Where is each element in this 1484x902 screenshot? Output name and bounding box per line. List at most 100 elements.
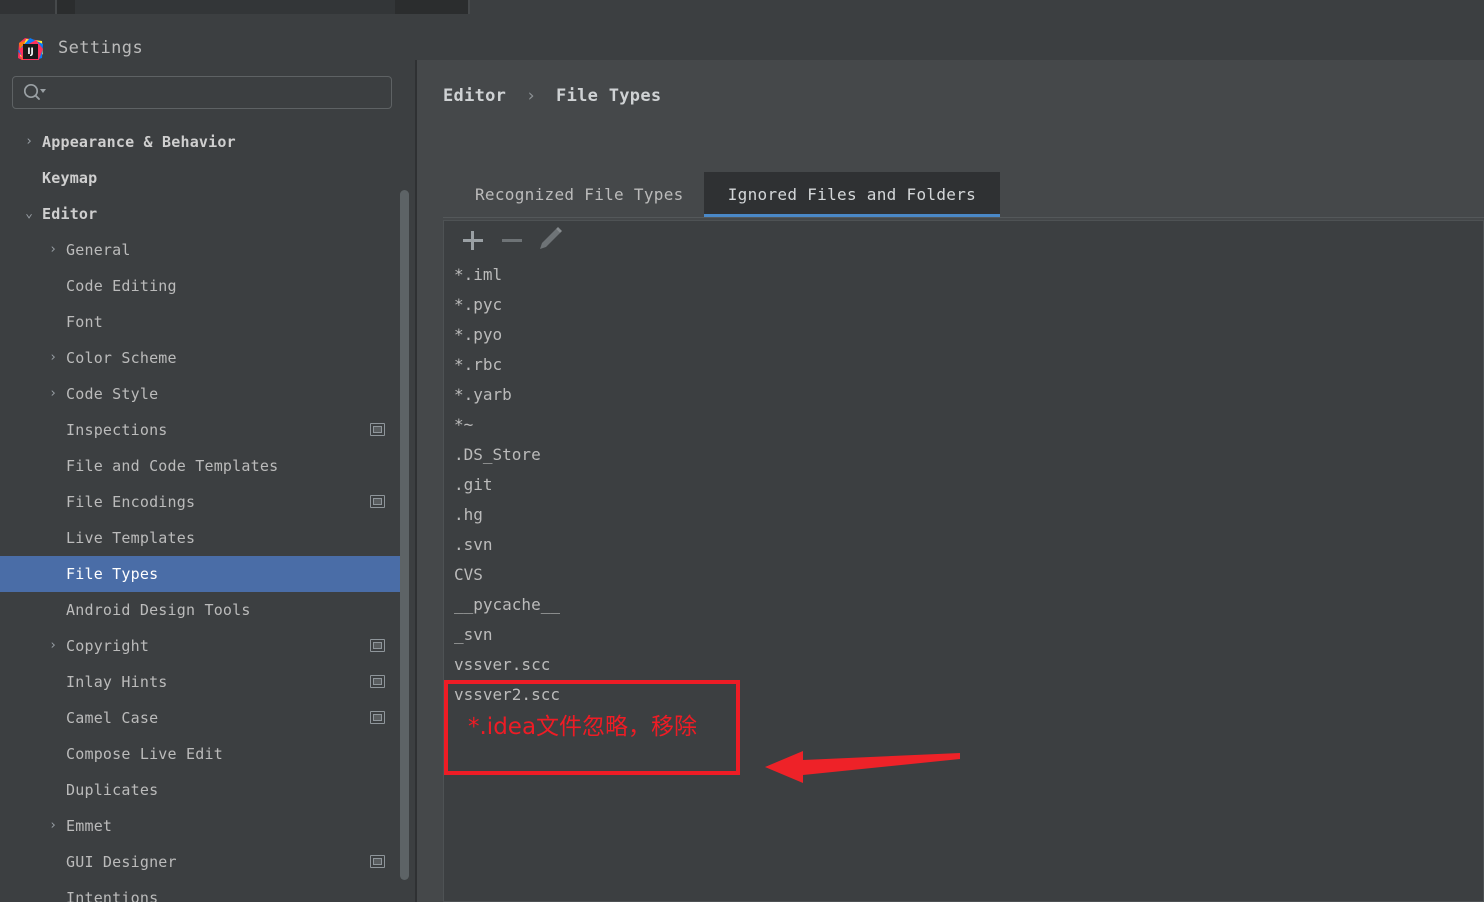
list-item[interactable]: vssver.scc <box>444 650 1483 680</box>
settings-sidebar: › Appearance & Behavior Keymap ⌄ Editor › Gene… <box>0 60 417 902</box>
sidebar-item-camel-case[interactable]: Camel Case <box>0 700 403 736</box>
sidebar-item-emmet[interactable]: › Emmet <box>0 808 403 844</box>
remove-button[interactable] <box>493 221 531 259</box>
sidebar-item-color-scheme[interactable]: › Color Scheme <box>0 340 403 376</box>
list-item[interactable]: *~ <box>444 410 1483 440</box>
add-button[interactable] <box>454 221 492 259</box>
list-item[interactable]: *.iml <box>444 260 1483 290</box>
tab-active-underline <box>703 214 1001 217</box>
chevron-down-icon[interactable]: ⌄ <box>22 196 36 232</box>
list-item[interactable]: __pycache__ <box>444 590 1483 620</box>
sidebar-item-label: Color Scheme <box>66 349 177 367</box>
breadcrumb-parent[interactable]: Editor <box>443 86 506 106</box>
project-level-setting-icon <box>370 855 385 868</box>
tab-recognized-file-types[interactable]: Recognized File Types <box>451 172 708 217</box>
search-input[interactable] <box>54 76 384 109</box>
sidebar-item-label: Font <box>66 313 103 331</box>
tab-label: Recognized File Types <box>475 185 684 204</box>
screenshot-root: IJ Settings › Appearance & Behavior Keymap… <box>0 0 1484 902</box>
sidebar-item-keymap[interactable]: Keymap <box>0 160 403 196</box>
sidebar-scrollbar-thumb[interactable] <box>400 190 409 880</box>
tabs-baseline <box>443 217 1484 218</box>
sidebar-item-file-types[interactable]: File Types <box>0 556 403 592</box>
sidebar-item-general[interactable]: › General <box>0 232 403 268</box>
sidebar-scrollbar-track[interactable] <box>400 124 413 902</box>
sidebar-item-file-and-code-templates[interactable]: File and Code Templates <box>0 448 403 484</box>
sidebar-item-gui-designer[interactable]: GUI Designer <box>0 844 403 880</box>
ignored-files-panel: *.iml *.pyc *.pyo *.rbc *.yarb *~ .DS_Store .gi… <box>443 220 1484 902</box>
chevron-right-icon[interactable]: › <box>22 124 36 160</box>
list-item[interactable]: *.rbc <box>444 350 1483 380</box>
sidebar-item-inlay-hints[interactable]: Inlay Hints <box>0 664 403 700</box>
list-item[interactable]: .git <box>444 470 1483 500</box>
sidebar-item-label: File and Code Templates <box>66 457 279 475</box>
list-toolbar <box>443 220 1484 260</box>
chevron-right-icon[interactable]: › <box>46 232 60 268</box>
sidebar-item-label: Camel Case <box>66 709 159 727</box>
chevron-right-icon[interactable]: › <box>46 340 60 376</box>
tab-label: Ignored Files and Folders <box>727 185 977 204</box>
sidebar-item-label: Intentions <box>66 889 159 902</box>
sidebar-item-inspections[interactable]: Inspections <box>0 412 403 448</box>
sidebar-item-label: Code Style <box>66 385 159 403</box>
sidebar-item-label: General <box>66 241 131 259</box>
sidebar-item-font[interactable]: Font <box>0 304 403 340</box>
search-icon[interactable] <box>22 83 48 101</box>
sidebar-item-code-style[interactable]: › Code Style <box>0 376 403 412</box>
settings-tree[interactable]: › Appearance & Behavior Keymap ⌄ Editor › Gene… <box>0 124 403 902</box>
list-item[interactable]: .hg <box>444 500 1483 530</box>
project-level-setting-icon <box>370 423 385 436</box>
sidebar-item-label: Android Design Tools <box>66 601 251 619</box>
tab-ignored-files-and-folders[interactable]: Ignored Files and Folders <box>703 172 1001 217</box>
sidebar-item-label: Code Editing <box>66 277 177 295</box>
sidebar-item-label: File Encodings <box>66 493 196 511</box>
breadcrumb: Editor › File Types <box>443 84 661 108</box>
sidebar-item-label: Editor <box>42 205 98 223</box>
list-item[interactable]: .svn <box>444 530 1483 560</box>
sidebar-item-file-encodings[interactable]: File Encodings <box>0 484 403 520</box>
project-level-setting-icon <box>370 711 385 724</box>
list-item[interactable]: .DS_Store <box>444 440 1483 470</box>
project-level-setting-icon <box>370 639 385 652</box>
settings-search[interactable] <box>12 76 392 109</box>
sidebar-item-appearance-behavior[interactable]: › Appearance & Behavior <box>0 124 403 160</box>
sidebar-item-live-templates[interactable]: Live Templates <box>0 520 403 556</box>
sidebar-item-label: Emmet <box>66 817 113 835</box>
project-level-setting-icon <box>370 675 385 688</box>
sidebar-item-duplicates[interactable]: Duplicates <box>0 772 403 808</box>
sidebar-item-label: GUI Designer <box>66 853 177 871</box>
list-item[interactable]: CVS <box>444 560 1483 590</box>
list-item[interactable]: *.pyc <box>444 290 1483 320</box>
sidebar-item-label: Keymap <box>42 169 98 187</box>
sidebar-item-label: Copyright <box>66 637 150 655</box>
breadcrumb-separator-icon: › <box>525 86 537 106</box>
settings-dialog: IJ Settings › Appearance & Behavior Keymap… <box>0 14 1484 902</box>
sidebar-item-editor[interactable]: ⌄ Editor <box>0 196 403 232</box>
sidebar-item-label: Compose Live Edit <box>66 745 223 763</box>
chevron-right-icon[interactable]: › <box>46 376 60 412</box>
breadcrumb-current: File Types <box>556 86 662 106</box>
chevron-right-icon[interactable]: › <box>46 628 60 664</box>
chevron-right-icon[interactable]: › <box>46 808 60 844</box>
sidebar-item-label: Inlay Hints <box>66 673 168 691</box>
ignored-entries-list[interactable]: *.iml *.pyc *.pyo *.rbc *.yarb *~ .DS_Store .gi… <box>443 260 1484 902</box>
list-item[interactable]: _svn <box>444 620 1483 650</box>
project-level-setting-icon <box>370 495 385 508</box>
dialog-titlebar: IJ Settings <box>0 14 1484 64</box>
sidebar-item-compose-live-edit[interactable]: Compose Live Edit <box>0 736 403 772</box>
file-types-tabs[interactable]: Recognized File Types Ignored Files and F… <box>443 172 1484 218</box>
edit-button[interactable] <box>532 221 570 259</box>
sidebar-item-copyright[interactable]: › Copyright <box>0 628 403 664</box>
list-item[interactable]: *.yarb <box>444 380 1483 410</box>
sidebar-item-label: Live Templates <box>66 529 196 547</box>
sidebar-item-label: Appearance & Behavior <box>42 133 236 151</box>
sidebar-item-label: File Types <box>66 565 159 583</box>
sidebar-item-intentions[interactable]: Intentions <box>0 880 403 902</box>
sidebar-item-code-editing[interactable]: Code Editing <box>0 268 403 304</box>
annotation-text: *.idea文件忽略，移除 <box>468 714 698 740</box>
svg-text:IJ: IJ <box>27 47 33 57</box>
list-item[interactable]: *.pyo <box>444 320 1483 350</box>
sidebar-item-label: Inspections <box>66 421 168 439</box>
sidebar-item-android-design-tools[interactable]: Android Design Tools <box>0 592 403 628</box>
dialog-title: Settings <box>58 38 144 58</box>
